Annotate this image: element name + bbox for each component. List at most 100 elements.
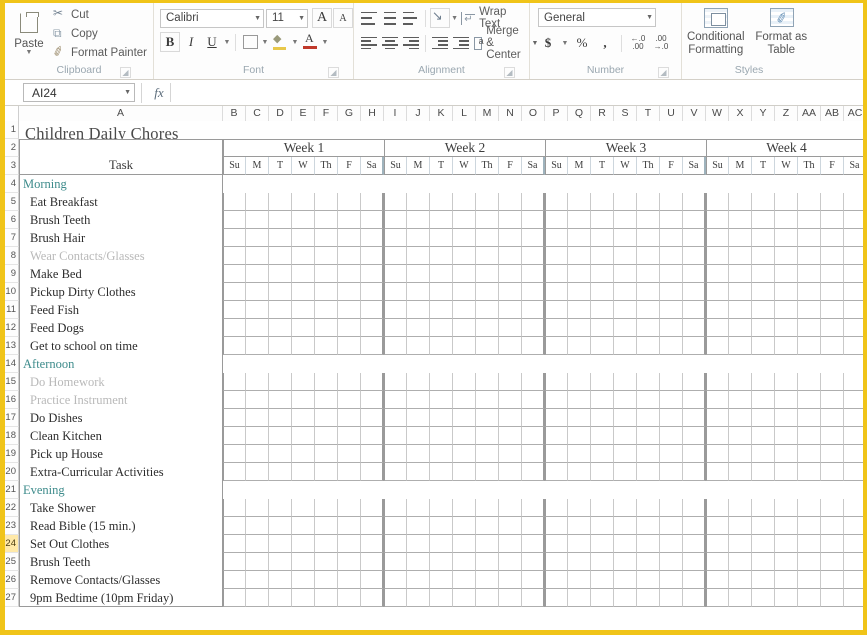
checkbox-cell[interactable] xyxy=(223,571,246,589)
conditional-formatting-button[interactable]: Conditional Formatting xyxy=(684,5,748,56)
checkbox-cell[interactable] xyxy=(453,211,476,229)
checkbox-cell[interactable] xyxy=(660,247,683,265)
task-cell[interactable]: Do Homework xyxy=(19,373,223,391)
checkbox-cell[interactable] xyxy=(453,571,476,589)
checkbox-cell[interactable] xyxy=(660,265,683,283)
checkbox-cell[interactable] xyxy=(430,301,453,319)
checkbox-cell[interactable] xyxy=(361,283,384,301)
checkbox-cell[interactable] xyxy=(430,517,453,535)
checkbox-cell[interactable] xyxy=(637,481,660,499)
checkbox-cell[interactable] xyxy=(223,301,246,319)
checkbox-cell[interactable] xyxy=(453,499,476,517)
checkbox-cell[interactable] xyxy=(499,391,522,409)
checkbox-cell[interactable] xyxy=(499,211,522,229)
orientation-button[interactable] xyxy=(429,8,450,28)
checkbox-cell[interactable] xyxy=(246,517,269,535)
checkbox-cell[interactable] xyxy=(614,283,637,301)
checkbox-cell[interactable] xyxy=(637,211,660,229)
checkbox-cell[interactable] xyxy=(637,589,660,607)
checkbox-cell[interactable] xyxy=(315,211,338,229)
checkbox-cell[interactable] xyxy=(430,535,453,553)
checkbox-cell[interactable] xyxy=(752,445,775,463)
checkbox-cell[interactable] xyxy=(821,211,844,229)
checkbox-cell[interactable] xyxy=(384,481,407,499)
checkbox-cell[interactable] xyxy=(522,319,545,337)
checkbox-cell[interactable] xyxy=(844,247,863,265)
checkbox-cell[interactable] xyxy=(384,301,407,319)
checkbox-cell[interactable] xyxy=(522,193,545,211)
checkbox-cell[interactable] xyxy=(361,355,384,373)
checkbox-cell[interactable] xyxy=(361,499,384,517)
checkbox-cell[interactable] xyxy=(430,319,453,337)
checkbox-cell[interactable] xyxy=(453,391,476,409)
checkbox-cell[interactable] xyxy=(246,463,269,481)
checkbox-cell[interactable] xyxy=(407,373,430,391)
checkbox-cell[interactable] xyxy=(476,409,499,427)
checkbox-cell[interactable] xyxy=(614,265,637,283)
checkbox-cell[interactable] xyxy=(752,247,775,265)
column-header-V[interactable]: V xyxy=(683,106,706,121)
checkbox-cell[interactable] xyxy=(775,301,798,319)
checkbox-cell[interactable] xyxy=(798,373,821,391)
column-header-F[interactable]: F xyxy=(315,106,338,121)
column-header-AA[interactable]: AA xyxy=(798,106,821,121)
checkbox-cell[interactable] xyxy=(453,337,476,355)
checkbox-cell[interactable] xyxy=(453,319,476,337)
checkbox-cell[interactable] xyxy=(637,175,660,193)
checkbox-cell[interactable] xyxy=(223,175,246,193)
checkbox-cell[interactable] xyxy=(706,301,729,319)
checkbox-cell[interactable] xyxy=(315,301,338,319)
checkbox-cell[interactable] xyxy=(522,553,545,571)
checkbox-cell[interactable] xyxy=(407,211,430,229)
checkbox-cell[interactable] xyxy=(614,391,637,409)
checkbox-cell[interactable] xyxy=(706,553,729,571)
checkbox-cell[interactable] xyxy=(430,211,453,229)
week-header-2[interactable]: Week 2 xyxy=(384,139,545,157)
checkbox-cell[interactable] xyxy=(637,535,660,553)
checkbox-cell[interactable] xyxy=(706,571,729,589)
font-color-chevron-down-icon[interactable]: ▼ xyxy=(321,39,329,46)
checkbox-cell[interactable] xyxy=(223,283,246,301)
checkbox-cell[interactable] xyxy=(269,391,292,409)
checkbox-cell[interactable] xyxy=(315,265,338,283)
task-cell[interactable]: Make Bed xyxy=(19,265,223,283)
checkbox-cell[interactable] xyxy=(568,535,591,553)
day-header-m[interactable]: M xyxy=(246,157,269,175)
formula-input[interactable] xyxy=(170,83,863,102)
fill-color-button[interactable] xyxy=(270,32,290,52)
checkbox-cell[interactable] xyxy=(453,553,476,571)
checkbox-cell[interactable] xyxy=(545,373,568,391)
checkbox-cell[interactable] xyxy=(361,445,384,463)
checkbox-cell[interactable] xyxy=(545,517,568,535)
checkbox-cell[interactable] xyxy=(568,301,591,319)
checkbox-cell[interactable] xyxy=(361,319,384,337)
shrink-font-button[interactable]: A xyxy=(333,8,353,28)
checkbox-cell[interactable] xyxy=(729,571,752,589)
checkbox-cell[interactable] xyxy=(292,571,315,589)
checkbox-cell[interactable] xyxy=(223,589,246,607)
checkbox-cell[interactable] xyxy=(453,193,476,211)
day-header-su[interactable]: Su xyxy=(545,157,568,175)
checkbox-cell[interactable] xyxy=(430,499,453,517)
column-header-C[interactable]: C xyxy=(246,106,269,121)
checkbox-cell[interactable] xyxy=(821,589,844,607)
row-header-2[interactable]: 2 xyxy=(5,139,19,157)
task-cell[interactable]: Pick up House xyxy=(19,445,223,463)
checkbox-cell[interactable] xyxy=(246,373,269,391)
checkbox-cell[interactable] xyxy=(292,535,315,553)
checkbox-cell[interactable] xyxy=(660,319,683,337)
column-header-K[interactable]: K xyxy=(430,106,453,121)
day-header-f[interactable]: F xyxy=(338,157,361,175)
day-header-th[interactable]: Th xyxy=(637,157,660,175)
week-header-4[interactable]: Week 4 xyxy=(706,139,863,157)
checkbox-cell[interactable] xyxy=(729,517,752,535)
checkbox-cell[interactable] xyxy=(499,481,522,499)
checkbox-cell[interactable] xyxy=(430,409,453,427)
checkbox-cell[interactable] xyxy=(798,301,821,319)
checkbox-cell[interactable] xyxy=(683,229,706,247)
checkbox-cell[interactable] xyxy=(683,265,706,283)
checkbox-cell[interactable] xyxy=(315,535,338,553)
checkbox-cell[interactable] xyxy=(476,373,499,391)
checkbox-cell[interactable] xyxy=(522,301,545,319)
row-header-5[interactable]: 5 xyxy=(5,193,19,211)
